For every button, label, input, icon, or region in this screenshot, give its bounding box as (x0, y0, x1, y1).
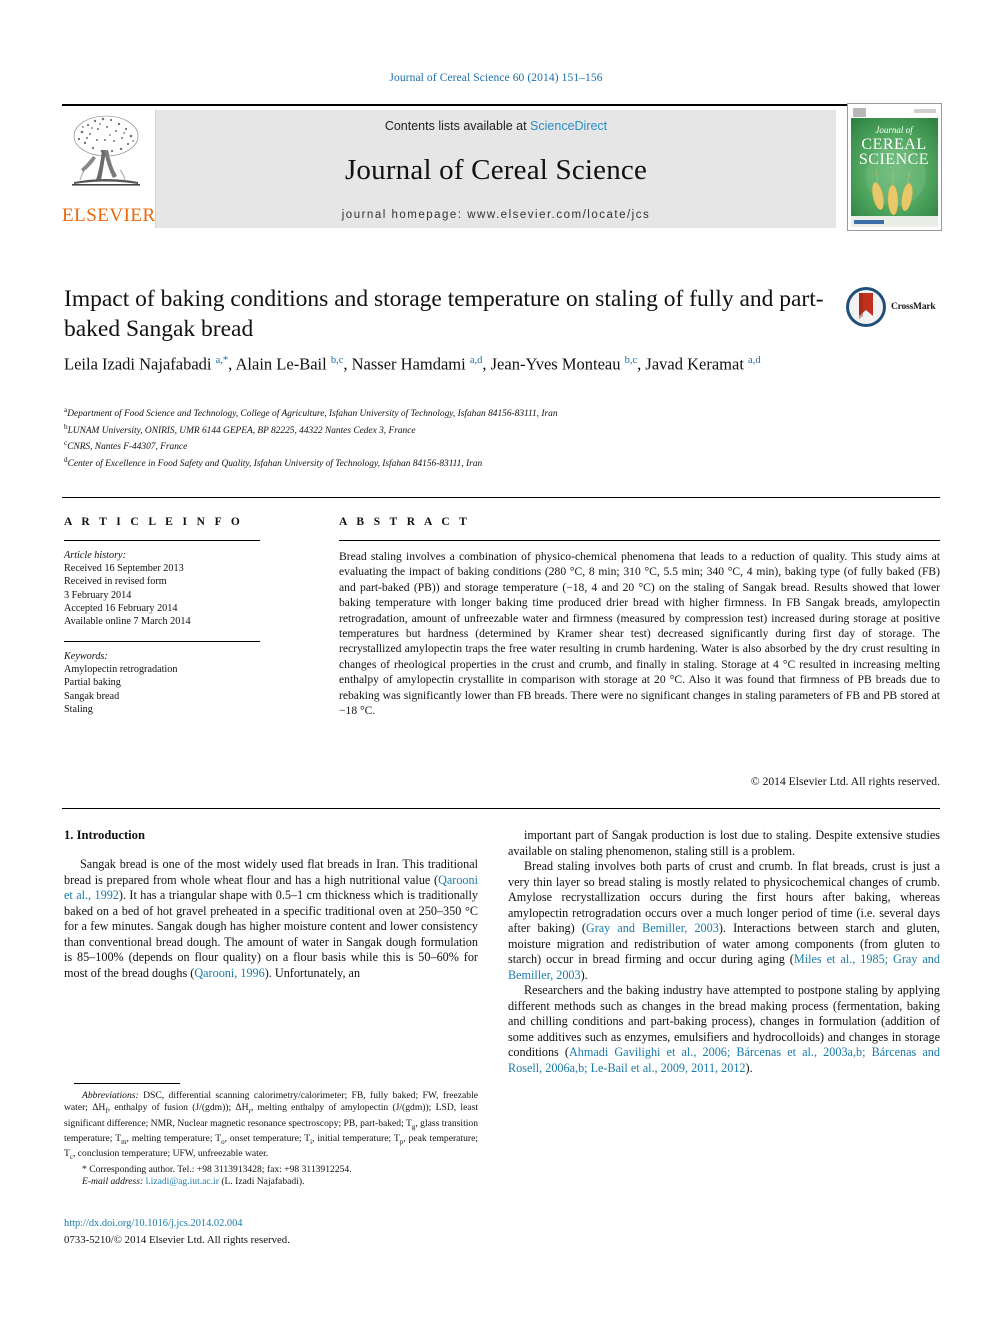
abstract-text: Bread staling involves a combination of … (339, 550, 940, 718)
article-history-label: Article history: (64, 550, 126, 561)
section-heading-introduction: 1. Introduction (64, 828, 145, 842)
sciencedirect-link[interactable]: ScienceDirect (530, 119, 607, 133)
body-paragraph: Sangak bread is one of the most widely u… (64, 857, 478, 980)
article-info-heading: A R T I C L E I N F O (64, 516, 244, 528)
contents-line: Contents lists available at ScienceDirec… (156, 110, 836, 133)
affiliation-item: dCenter of Excellence in Food Safety and… (64, 456, 483, 470)
affiliation-item: cCNRS, Nantes F-44307, France (64, 439, 188, 453)
body-section-top-rule (62, 808, 940, 809)
article-info-rule-2 (64, 641, 260, 642)
affiliation-item: bLUNAM University, ONIRIS, UMR 6144 GEPE… (64, 422, 416, 436)
keyword-item: Amylopectin retrogradation (64, 664, 178, 676)
email-link[interactable]: l.izadi@ag.iut.ac.ir (146, 1176, 219, 1187)
journal-title: Journal of Cereal Science (344, 154, 648, 186)
svg-text:SCIENCE: SCIENCE (859, 151, 929, 168)
elsevier-tree-icon (72, 115, 140, 186)
issn-copyright-line: 0733-5210/© 2014 Elsevier Ltd. All right… (64, 1234, 290, 1246)
doi-link[interactable]: http://dx.doi.org/10.1016/j.jcs.2014.02.… (64, 1218, 242, 1229)
header-rule (62, 104, 874, 106)
footnote-rule (74, 1083, 180, 1084)
right-paragraphs: important part of Sangak production is l… (508, 828, 940, 1076)
crossmark-label: CrossMark (891, 302, 936, 312)
paper-page: Journal of Cereal Science 60 (2014) 151–… (0, 0, 992, 1323)
email-owner: (L. Izadi Najafabadi). (221, 1176, 305, 1188)
article-history-item: Received 16 September 2013 (64, 563, 184, 575)
svg-text:Journal of: Journal of (875, 125, 914, 135)
abbreviations-label: Abbreviations: (82, 1090, 139, 1101)
article-history-item: Received in revised form (64, 576, 167, 588)
elsevier-logo: ELSEVIER (62, 110, 156, 228)
journal-header-band: Contents lists available at ScienceDirec… (155, 110, 836, 228)
citation-link[interactable]: Qarooni et al., 1992 (64, 873, 478, 903)
keywords-label: Keywords: (64, 651, 108, 662)
abbreviations-text: Abbreviations: DSC, differential scannin… (64, 1090, 479, 1162)
body-paragraph: Researchers and the baking industry have… (508, 983, 940, 1075)
crossmark-icon (846, 287, 886, 327)
article-history: Article history: Received 16 September 20… (64, 549, 269, 628)
journal-cover-thumbnail: Journal of CEREAL SCIENCE (847, 103, 942, 231)
citation-link[interactable]: Gray and Bemiller, 2003 (586, 921, 719, 935)
cover-artwork-icon: Journal of CEREAL SCIENCE (848, 104, 941, 230)
body-column-right: important part of Sangak production is l… (508, 828, 940, 1076)
running-head: Journal of Cereal Science 60 (2014) 151–… (389, 72, 603, 84)
authors-list: Leila Izadi Najafabadi a,*, Alain Le-Bai… (64, 354, 761, 374)
email-line: E-mail address: l.izadi@ag.iut.ac.ir (L.… (64, 1176, 478, 1188)
keyword-item: Sangak bread (64, 690, 120, 702)
crossmark-badge[interactable]: CrossMark (845, 286, 945, 332)
article-history-item: Accepted 16 February 2014 (64, 602, 178, 614)
article-history-item: 3 February 2014 (64, 589, 132, 601)
keyword-item: Staling (64, 703, 93, 715)
body-column-left: 1. Introduction Sangak bread is one of t… (64, 828, 478, 981)
body-paragraph: important part of Sangak production is l… (508, 828, 940, 858)
footnote-block: Abbreviations: DSC, differential scannin… (64, 1090, 478, 1188)
left-paragraphs: Sangak bread is one of the most widely u… (64, 857, 478, 981)
contents-prefix: Contents lists available at (384, 119, 531, 133)
abstract-copyright: © 2014 Elsevier Ltd. All rights reserved… (750, 775, 940, 788)
citation-link[interactable]: Qarooni, 1996 (194, 966, 264, 980)
citation-link[interactable]: Ahmadi Gavilighi et al., 2006; Bárcenas … (508, 1045, 940, 1075)
abstract-rule (339, 540, 940, 541)
keyword-item: Partial baking (64, 677, 121, 689)
affiliations-list: aDepartment of Food Science and Technolo… (64, 404, 864, 471)
article-keywords: Keywords: Amylopectin retrogradation Parti… (64, 650, 269, 716)
page-title: Impact of baking conditions and storage … (64, 286, 824, 342)
article-history-item: Available online 7 March 2014 (64, 616, 191, 628)
article-info-rule-1 (64, 540, 260, 541)
info-section-top-rule (62, 497, 940, 498)
affiliation-item: aDepartment of Food Science and Technolo… (64, 406, 558, 420)
citation-link[interactable]: Miles et al., 1985; Gray and Bemiller, 2… (508, 952, 940, 982)
journal-homepage[interactable]: journal homepage: www.elsevier.com/locat… (156, 187, 836, 221)
corresponding-author-note: * Corresponding author. Tel.: +98 311391… (82, 1163, 352, 1175)
abstract-heading: A B S T R A C T (339, 516, 471, 528)
elsevier-wordmark: ELSEVIER (62, 205, 156, 226)
body-paragraph: Bread staling involves both parts of cru… (508, 859, 940, 982)
email-label: E-mail address: (82, 1176, 144, 1188)
